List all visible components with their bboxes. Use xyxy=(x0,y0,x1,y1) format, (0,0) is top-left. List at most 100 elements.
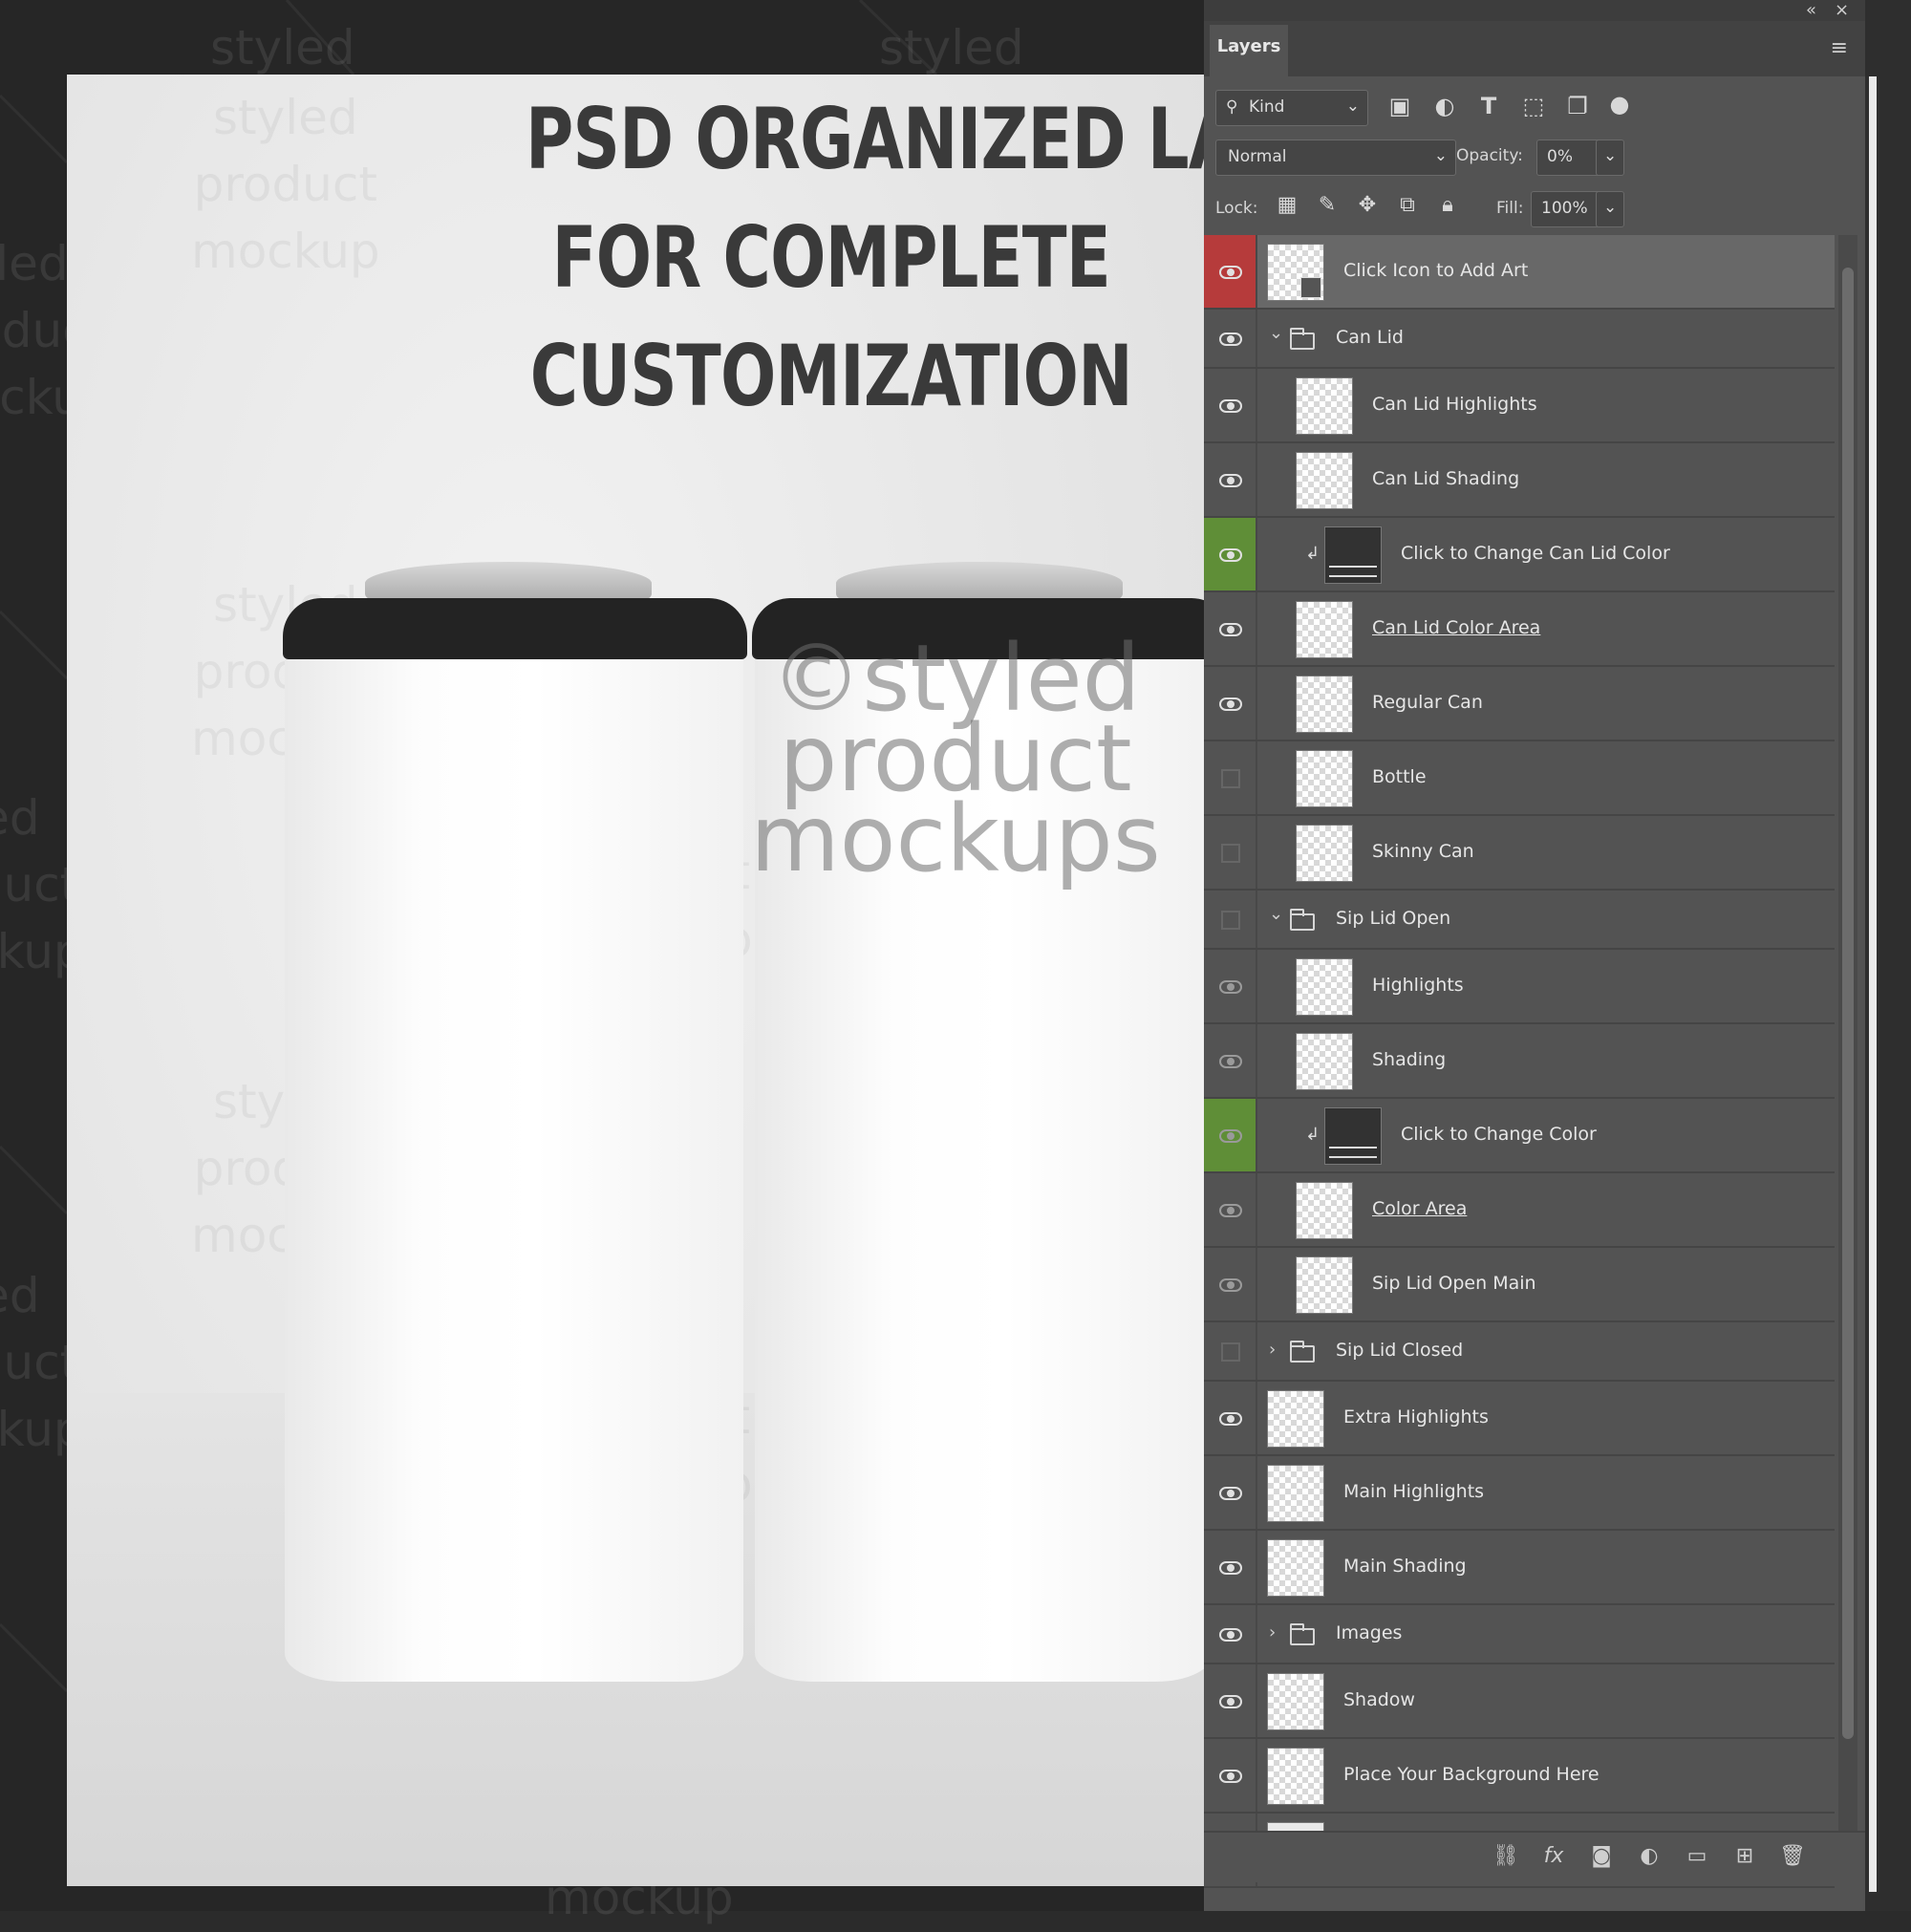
visibility-toggle[interactable] xyxy=(1204,816,1257,889)
layer-list-scrollbar[interactable] xyxy=(1838,235,1857,1831)
visibility-toggle[interactable] xyxy=(1204,443,1257,516)
visibility-toggle[interactable] xyxy=(1204,1024,1257,1097)
layer-row[interactable]: Highlights xyxy=(1204,950,1835,1024)
visibility-toggle[interactable] xyxy=(1204,592,1257,665)
link-icon[interactable]: ⛓ xyxy=(1491,1844,1521,1868)
layer-name[interactable]: Can Lid Shading xyxy=(1372,468,1519,489)
layer-name[interactable]: Main Highlights xyxy=(1343,1481,1484,1502)
close-icon[interactable]: × xyxy=(1835,0,1849,21)
layer-row[interactable]: Skinny Can xyxy=(1204,816,1835,891)
layer-thumbnail[interactable] xyxy=(1296,1256,1353,1314)
visibility-toggle[interactable] xyxy=(1204,741,1257,814)
layer-thumbnail[interactable] xyxy=(1296,452,1353,509)
chevron-down-icon[interactable]: ⌄ xyxy=(1269,904,1283,924)
scrollbar-thumb[interactable] xyxy=(1842,268,1854,1739)
layer-row[interactable]: Shading xyxy=(1204,1024,1835,1099)
filter-smart-object-icon[interactable]: ❐ xyxy=(1563,92,1592,120)
layer-thumbnail[interactable] xyxy=(1296,377,1353,435)
layer-name[interactable]: Can Lid xyxy=(1336,327,1404,348)
layer-thumbnail[interactable] xyxy=(1324,526,1382,584)
layer-name[interactable]: Highlights xyxy=(1372,975,1464,996)
opacity-dropdown[interactable]: ⌄ xyxy=(1596,140,1624,176)
layer-row[interactable]: ⌄ Can Lid xyxy=(1204,310,1835,369)
layer-row[interactable]: Sip Lid Open Main xyxy=(1204,1248,1835,1322)
visibility-toggle[interactable] xyxy=(1204,667,1257,740)
adjustment-icon[interactable]: ◐ xyxy=(1634,1844,1664,1868)
layer-row[interactable]: › Images xyxy=(1204,1605,1835,1664)
layer-row[interactable]: Main Shading xyxy=(1204,1531,1835,1605)
visibility-toggle[interactable] xyxy=(1204,950,1257,1022)
visibility-toggle[interactable] xyxy=(1204,1173,1257,1246)
layer-row[interactable]: ↲ Click to Change Color xyxy=(1204,1099,1835,1173)
layer-thumbnail[interactable] xyxy=(1296,958,1353,1016)
layer-thumbnail[interactable] xyxy=(1296,601,1353,658)
layer-row[interactable]: Bottle xyxy=(1204,741,1835,816)
layer-thumbnail[interactable] xyxy=(1267,1390,1324,1448)
layer-thumbnail[interactable] xyxy=(1296,1033,1353,1090)
visibility-toggle[interactable] xyxy=(1204,369,1257,441)
group-icon[interactable]: ▭ xyxy=(1682,1844,1712,1868)
layer-row[interactable]: Can Lid Highlights xyxy=(1204,369,1835,443)
visibility-toggle[interactable] xyxy=(1204,1382,1257,1454)
lock-all-icon[interactable]: 🔒︎ xyxy=(1433,191,1462,220)
layer-row[interactable]: ⌄ Sip Lid Open xyxy=(1204,891,1835,950)
visibility-toggle[interactable] xyxy=(1204,1739,1257,1812)
lock-artboard-icon[interactable]: ⧉ xyxy=(1393,191,1422,220)
layer-name[interactable]: Click Icon to Add Art xyxy=(1343,260,1528,281)
trash-icon[interactable]: 🗑︎ xyxy=(1777,1844,1808,1868)
visibility-toggle[interactable] xyxy=(1204,518,1257,590)
chevron-right-icon[interactable]: › xyxy=(1269,1622,1276,1642)
blend-mode-select[interactable]: Normal ⌄ xyxy=(1215,140,1456,176)
layer-name[interactable]: Images xyxy=(1336,1622,1402,1643)
layer-name[interactable]: Sip Lid Open xyxy=(1336,908,1450,929)
layer-name[interactable]: Shadow xyxy=(1343,1689,1415,1710)
lock-move-icon[interactable]: ✥ xyxy=(1353,191,1382,220)
visibility-toggle[interactable] xyxy=(1204,1531,1257,1603)
visibility-toggle[interactable] xyxy=(1204,1456,1257,1529)
layer-name[interactable]: Can Lid Highlights xyxy=(1372,394,1537,415)
layer-thumbnail[interactable] xyxy=(1324,1107,1382,1165)
visibility-toggle[interactable] xyxy=(1204,1322,1257,1380)
lock-brush-icon[interactable]: ✎ xyxy=(1313,191,1342,220)
chevron-down-icon[interactable]: ⌄ xyxy=(1269,323,1283,343)
visibility-toggle[interactable] xyxy=(1204,1099,1257,1171)
layer-thumbnail[interactable] xyxy=(1296,1182,1353,1239)
layer-name[interactable]: Skinny Can xyxy=(1372,841,1474,862)
layer-thumbnail[interactable] xyxy=(1267,1748,1324,1805)
layer-name[interactable]: Bottle xyxy=(1372,766,1427,787)
tab-layers[interactable]: Layers xyxy=(1210,25,1288,76)
chevron-right-icon[interactable]: › xyxy=(1269,1340,1276,1360)
visibility-toggle[interactable] xyxy=(1204,310,1257,367)
visibility-toggle[interactable] xyxy=(1204,235,1257,308)
layer-row[interactable]: Regular Can xyxy=(1204,667,1835,741)
layer-name[interactable]: Regular Can xyxy=(1372,692,1483,713)
layer-row[interactable]: Can Lid Color Area xyxy=(1204,592,1835,667)
visibility-toggle[interactable] xyxy=(1204,891,1257,948)
layer-thumbnail[interactable] xyxy=(1267,1539,1324,1597)
filter-kind-select[interactable]: ⚲ Kind ⌄ xyxy=(1215,90,1368,126)
layer-thumbnail[interactable] xyxy=(1267,1673,1324,1730)
layer-name[interactable]: Click to Change Can Lid Color xyxy=(1401,543,1670,564)
visibility-toggle[interactable] xyxy=(1204,1248,1257,1320)
new-layer-icon[interactable]: ⊞ xyxy=(1729,1844,1760,1868)
layer-row[interactable]: ↲ Click to Change Can Lid Color xyxy=(1204,518,1835,592)
layer-thumbnail[interactable] xyxy=(1296,676,1353,733)
layer-thumbnail[interactable] xyxy=(1267,244,1324,301)
mask-icon[interactable]: ◙ xyxy=(1586,1844,1617,1868)
layer-thumbnail[interactable] xyxy=(1296,825,1353,882)
mockup-canvas[interactable]: styled product mockup styled product moc… xyxy=(67,75,1204,1886)
layer-name[interactable]: Click to Change Color xyxy=(1401,1124,1597,1145)
layer-name[interactable]: Shading xyxy=(1372,1049,1446,1070)
layer-row[interactable]: › Sip Lid Closed xyxy=(1204,1322,1835,1382)
layer-name[interactable]: Sip Lid Closed xyxy=(1336,1340,1463,1361)
layer-row[interactable]: Place Your Background Here xyxy=(1204,1739,1835,1814)
fill-dropdown[interactable]: ⌄ xyxy=(1596,191,1624,227)
filter-pixel-icon[interactable]: ▣ xyxy=(1385,92,1414,120)
layer-name[interactable]: Extra Highlights xyxy=(1343,1406,1489,1428)
layer-name[interactable]: Place Your Background Here xyxy=(1343,1764,1600,1785)
layer-row[interactable]: Extra Highlights xyxy=(1204,1382,1835,1456)
layer-row[interactable]: Can Lid Shading xyxy=(1204,443,1835,518)
layer-thumbnail[interactable] xyxy=(1267,1465,1324,1522)
fx-icon[interactable]: fx xyxy=(1538,1844,1569,1868)
layer-name[interactable]: Main Shading xyxy=(1343,1556,1467,1577)
